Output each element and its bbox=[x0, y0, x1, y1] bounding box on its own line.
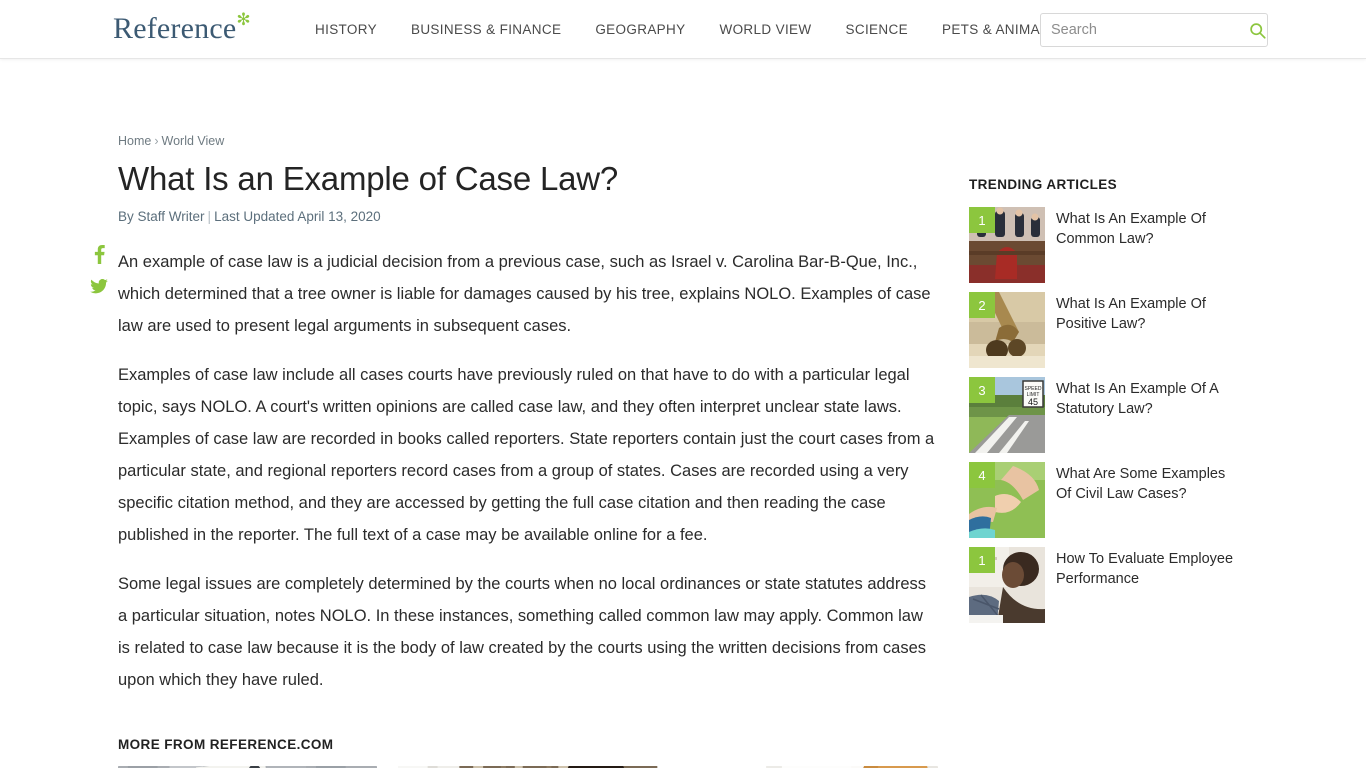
breadcrumb-world-view[interactable]: World View bbox=[162, 134, 225, 148]
trending-thumb-1: 1 bbox=[969, 207, 1045, 283]
trending-title-1: What Is An Example Of Common Law? bbox=[1056, 211, 1206, 247]
trending-item-1[interactable]: 1 What Is An Example Of Common Law? bbox=[969, 207, 1269, 283]
article-body: An example of case law is a judicial dec… bbox=[118, 246, 938, 696]
site-header: Reference✻ HISTORY BUSINESS & FINANCE GE… bbox=[0, 0, 1366, 59]
facebook-icon bbox=[94, 245, 105, 264]
nav-item-science[interactable]: SCIENCE bbox=[829, 22, 925, 37]
search-icon bbox=[1250, 22, 1266, 39]
twitter-icon bbox=[90, 279, 108, 294]
trending-thumb-2: 2 bbox=[969, 292, 1045, 368]
breadcrumb: Home › World View bbox=[118, 134, 224, 148]
svg-text:45: 45 bbox=[1028, 397, 1038, 407]
more-from-heading: MORE FROM REFERENCE.COM bbox=[118, 737, 334, 752]
trending-item-2[interactable]: 2 What Is An Example Of Positive Law? bbox=[969, 292, 1269, 368]
article-byline: By Staff Writer | Last Updated April 13, 2… bbox=[118, 209, 938, 224]
social-share-rail bbox=[90, 245, 108, 294]
search-box bbox=[1040, 13, 1268, 47]
trending-rank-1: 1 bbox=[969, 207, 995, 233]
trending-rank-2: 2 bbox=[969, 292, 995, 318]
trending-item-5[interactable]: 1 How To Evaluate Employee Performance bbox=[969, 547, 1269, 623]
main-navigation: HISTORY BUSINESS & FINANCE GEOGRAPHY WOR… bbox=[298, 0, 1074, 59]
search-button[interactable] bbox=[1248, 14, 1267, 46]
trending-item-3[interactable]: SPEED LIMIT 45 3 What Is An Example Of A… bbox=[969, 377, 1269, 453]
breadcrumb-separator: › bbox=[154, 134, 159, 148]
search-input[interactable] bbox=[1041, 22, 1248, 38]
nav-item-geography[interactable]: GEOGRAPHY bbox=[578, 22, 702, 37]
nav-item-history[interactable]: HISTORY bbox=[298, 22, 394, 37]
article-paragraph-3: Some legal issues are completely determi… bbox=[118, 574, 927, 689]
article-column: What Is an Example of Case Law? By Staff… bbox=[118, 159, 938, 713]
trending-thumb-5: 1 bbox=[969, 547, 1045, 623]
facebook-share-button[interactable] bbox=[94, 245, 105, 264]
byline-author[interactable]: Staff Writer bbox=[138, 209, 205, 224]
nav-item-world-view[interactable]: WORLD VIEW bbox=[702, 22, 828, 37]
nav-item-business-finance[interactable]: BUSINESS & FINANCE bbox=[394, 22, 578, 37]
trending-heading: TRENDING ARTICLES bbox=[969, 177, 1118, 192]
page-body: Home › World View What Is an Example of Ca… bbox=[0, 59, 1366, 768]
site-logo[interactable]: Reference✻ bbox=[113, 10, 251, 45]
logo-asterisk-icon: ✻ bbox=[236, 10, 251, 29]
byline-author-prefix: By bbox=[118, 208, 138, 224]
trending-rank-3: 3 bbox=[969, 377, 995, 403]
logo-text: Reference bbox=[113, 12, 237, 45]
trending-rank-5: 1 bbox=[969, 547, 995, 573]
trending-title-4: What Are Some Examples Of Civil Law Case… bbox=[1056, 466, 1226, 502]
article-paragraph-2: Examples of case law include all cases c… bbox=[118, 365, 935, 544]
article-paragraph-1: An example of case law is a judicial dec… bbox=[118, 252, 931, 335]
byline-updated: Last Updated April 13, 2020 bbox=[214, 208, 381, 224]
page-title: What Is an Example of Case Law? bbox=[118, 160, 619, 197]
more-from-section: MORE FROM REFERENCE.COM bbox=[118, 737, 938, 768]
trending-item-4[interactable]: 4 What Are Some Examples Of Civil Law Ca… bbox=[969, 462, 1269, 538]
trending-title-2: What Is An Example Of Positive Law? bbox=[1056, 296, 1206, 332]
trending-sidebar: TRENDING ARTICLES 1 What Is An Example O… bbox=[969, 177, 1269, 632]
byline-divider: | bbox=[207, 208, 212, 224]
twitter-share-button[interactable] bbox=[90, 279, 108, 294]
trending-rank-4: 4 bbox=[969, 462, 995, 488]
trending-thumb-3: SPEED LIMIT 45 3 bbox=[969, 377, 1045, 453]
trending-thumb-4: 4 bbox=[969, 462, 1045, 538]
trending-title-3: What Is An Example Of A Statutory Law? bbox=[1056, 381, 1218, 417]
breadcrumb-home[interactable]: Home bbox=[118, 134, 151, 148]
trending-title-5: How To Evaluate Employee Performance bbox=[1056, 551, 1234, 587]
